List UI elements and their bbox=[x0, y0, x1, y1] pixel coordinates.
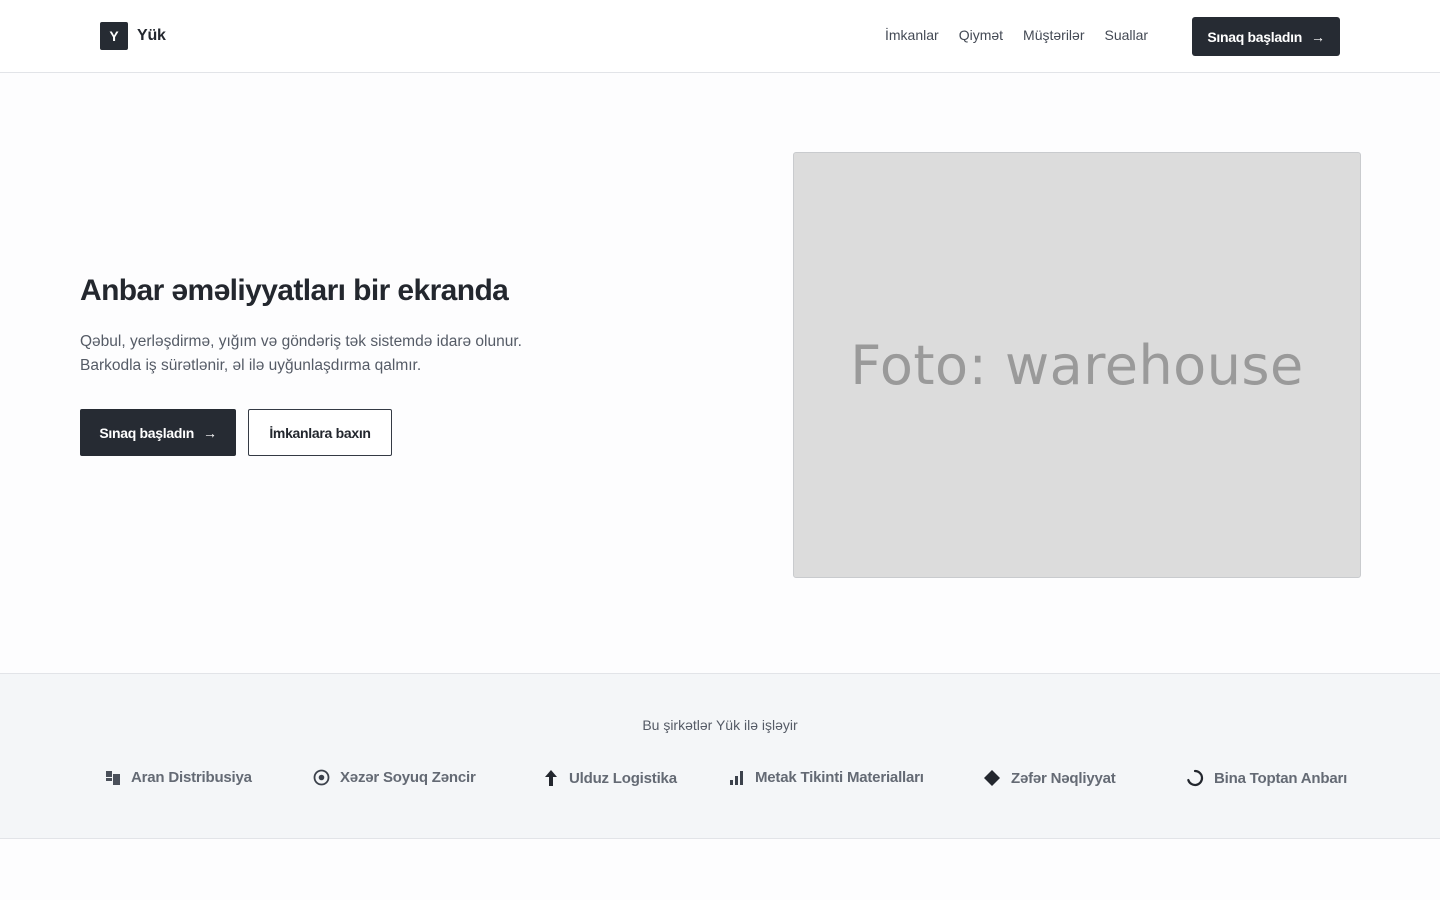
top-navbar: Y Yük İmkanlar Qiymət Müştərilər Suallar… bbox=[0, 0, 1440, 73]
nav-link-customers[interactable]: Müştərilər bbox=[1023, 27, 1084, 43]
customer-logo-name: Bina Toptan Anbarı bbox=[1214, 769, 1348, 787]
squares-icon bbox=[106, 770, 120, 785]
diamond-icon bbox=[984, 770, 1000, 786]
hero-photo-placeholder: Foto: warehouse bbox=[793, 152, 1361, 578]
hero-trial-button[interactable]: Sınaq başladın → bbox=[80, 409, 236, 456]
nav-link-features[interactable]: İmkanlar bbox=[885, 27, 939, 43]
customer-logo-name: Aran Distribusiya bbox=[131, 769, 252, 786]
customer-logo: Xəzər Soyuq Zəncir bbox=[313, 769, 476, 786]
logos-title: Bu şirkətlər Yük ilə işləyir bbox=[642, 717, 798, 733]
hero-trial-label: Sınaq başladın bbox=[99, 424, 194, 441]
brand-logo-link[interactable]: Y Yük bbox=[100, 22, 166, 50]
hero-features-button[interactable]: İmkanlara baxın bbox=[248, 409, 392, 456]
hero-subtitle-line-2: Barkodla iş sürətlənir, əl ilə uyğunlaşd… bbox=[80, 357, 422, 374]
customer-logo: Zəfər Nəqliyyat bbox=[983, 769, 1116, 787]
customer-logo-name: Ulduz Logistika bbox=[569, 769, 677, 787]
nav-link-faq[interactable]: Suallar bbox=[1105, 27, 1149, 43]
customer-logo: Aran Distribusiya bbox=[105, 769, 252, 786]
customer-logo: Bina Toptan Anbarı bbox=[1186, 769, 1347, 787]
main-nav: İmkanlar Qiymət Müştərilər Suallar bbox=[885, 27, 1168, 43]
arrow-up-icon bbox=[545, 770, 557, 786]
customer-logo: Ulduz Logistika bbox=[543, 769, 677, 787]
target-icon bbox=[313, 769, 330, 786]
brand-name: Yük bbox=[137, 27, 166, 44]
header-trial-button[interactable]: Sınaq başladın → bbox=[1192, 17, 1340, 56]
hero-subtitle-line-1: Qəbul, yerləşdirmə, yığım və göndəriş tə… bbox=[80, 333, 522, 350]
photo-label: Foto: warehouse bbox=[850, 333, 1304, 397]
customer-logo-name: Metak Tikinti Materialları bbox=[755, 769, 924, 786]
arrow-right-icon: → bbox=[202, 424, 217, 441]
header-trial-label: Sınaq başladın bbox=[1207, 28, 1302, 45]
customer-logos-band: Bu şirkətlər Yük ilə işləyir Aran Distri… bbox=[0, 673, 1440, 839]
arrow-right-icon: → bbox=[1310, 28, 1325, 45]
nav-link-pricing[interactable]: Qiymət bbox=[959, 27, 1003, 43]
bar-chart-icon bbox=[730, 770, 743, 785]
customer-logo-name: Zəfər Nəqliyyat bbox=[1011, 769, 1116, 787]
customer-logo-name: Xəzər Soyuq Zəncir bbox=[340, 769, 476, 786]
brand-mark: Y bbox=[100, 22, 128, 50]
hero-title: Anbar əməliyyatları bir ekranda bbox=[80, 274, 509, 307]
hero-subtitle: Qəbul, yerləşdirmə, yığım və göndəriş tə… bbox=[80, 330, 600, 378]
spinner-icon bbox=[1187, 769, 1204, 787]
customer-logo: Metak Tikinti Materialları bbox=[729, 769, 924, 786]
hero-features-label: İmkanlara baxın bbox=[269, 424, 371, 441]
